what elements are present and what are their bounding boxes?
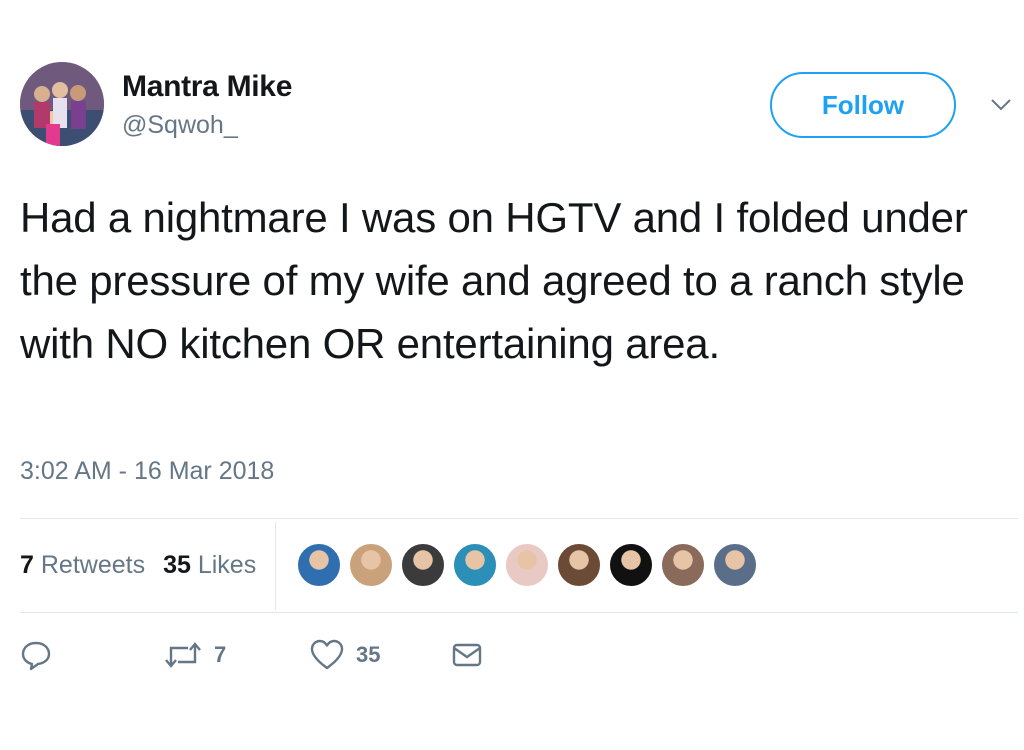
- retweets-label: Retweets: [40, 550, 146, 579]
- reply-icon: [21, 641, 51, 671]
- stats-separator: [275, 522, 276, 610]
- retweet-action-count: 7: [214, 642, 227, 667]
- like-action-count: 35: [356, 642, 381, 667]
- likes-stat[interactable]: 35 Likes: [163, 551, 256, 580]
- liker-avatar-2[interactable]: [348, 542, 394, 588]
- reply-button[interactable]: [20, 630, 52, 680]
- liker-avatar-6[interactable]: [556, 542, 602, 588]
- likes-label: Likes: [197, 550, 257, 579]
- retweets-count: 7: [20, 550, 34, 579]
- retweet-button[interactable]: 7: [164, 630, 226, 680]
- liker-avatar-7[interactable]: [608, 542, 654, 588]
- liker-avatar-8[interactable]: [660, 542, 706, 588]
- tweet-timestamp[interactable]: 3:02 AM - 16 Mar 2018: [20, 457, 274, 486]
- like-button[interactable]: 35: [310, 630, 380, 680]
- liker-avatar-1[interactable]: [296, 542, 342, 588]
- heart-icon: [310, 639, 344, 670]
- tweet-stats: 7 Retweets 35 Likes: [20, 545, 256, 585]
- tweet-text: Had a nightmare I was on HGTV and I fold…: [20, 194, 968, 367]
- divider-bottom: [20, 612, 1018, 613]
- chevron-down-icon[interactable]: [990, 98, 1012, 112]
- user-handle[interactable]: @Sqwoh_: [122, 111, 238, 140]
- likers-avatar-row: [296, 542, 764, 588]
- follow-button[interactable]: Follow: [770, 72, 956, 138]
- liker-avatar-3[interactable]: [400, 542, 446, 588]
- avatar-photo: [20, 62, 104, 146]
- retweets-stat[interactable]: 7 Retweets: [20, 551, 145, 580]
- retweet-icon: [165, 642, 201, 668]
- likes-count: 35: [163, 550, 191, 579]
- liker-avatar-5[interactable]: [504, 542, 550, 588]
- liker-avatar-9[interactable]: [712, 542, 758, 588]
- user-avatar[interactable]: [20, 62, 104, 146]
- direct-message-button[interactable]: [452, 630, 482, 680]
- divider-top: [20, 518, 1018, 519]
- envelope-icon: [452, 643, 482, 667]
- liker-avatar-4[interactable]: [452, 542, 498, 588]
- user-display-name[interactable]: Mantra Mike: [122, 70, 292, 104]
